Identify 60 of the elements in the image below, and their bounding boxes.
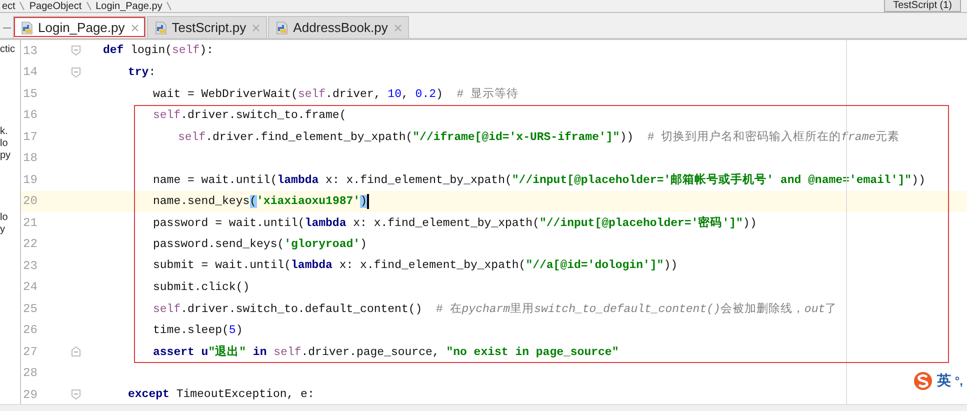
line-number: 16 — [22, 108, 38, 122]
code-line: self.driver.find_element_by_xpath("//iframe[@id='x-URS-iframe']")) # 切换到用户名和密码输入框所在的 frame元素 — [178, 129, 900, 144]
project-tree-item[interactable]: y — [0, 224, 20, 236]
line-number: 26 — [22, 323, 38, 338]
fold-icon[interactable] — [71, 389, 81, 400]
python-file-icon — [275, 20, 290, 34]
line-number: 19 — [22, 172, 38, 187]
line-number: 15 — [22, 86, 38, 101]
code-line: except TimeoutException, e: — [128, 388, 314, 402]
project-tree-item[interactable]: k. — [0, 126, 20, 138]
close-icon[interactable] — [394, 24, 402, 32]
line-number: 13 — [22, 44, 38, 58]
line-number: 23 — [22, 258, 38, 273]
line-number: 17 — [22, 130, 38, 144]
line-number: 22 — [22, 237, 38, 252]
run-configuration-button[interactable]: TestScript (1) — [884, 0, 961, 12]
code-line: name = wait.until(lambda x: x.find_element_by_xpath("//input[@placeholder='邮箱帐号或手机号' and @name='email']")) — [153, 172, 926, 188]
line-number: 27 — [22, 344, 38, 359]
code-line: time.sleep(5) — [153, 324, 243, 337]
code-line: wait = WebDriverWait(self.driver, 10, 0.2) # 显示等待 — [153, 86, 519, 102]
code-line: assert u"退出" in self.driver.page_source, "no exist in page_source" — [153, 344, 619, 360]
ime-mode-label: 英 — [936, 372, 951, 390]
code-line: submit = wait.until(lambda x: x.find_element_by_xpath("//a[@id='dologin']")) — [153, 259, 678, 272]
line-number: 18 — [22, 151, 38, 166]
code-line: self.driver.switch_to.frame( — [153, 108, 346, 122]
code-line: try: — [128, 66, 156, 79]
code-line: password.send_keys('gloryroad') — [153, 238, 367, 251]
project-tree-item[interactable]: lo — [0, 212, 20, 224]
line-number: 21 — [22, 216, 38, 230]
horizontal-scrollbar[interactable] — [0, 404, 967, 411]
close-icon[interactable] — [252, 24, 260, 32]
code-line: password = wait.until(lambda x: x.find_element_by_xpath("//input[@placeholder='密码']")) — [153, 215, 757, 230]
text-cursor — [366, 194, 369, 209]
fold-icon[interactable] — [71, 66, 81, 78]
project-tree-item[interactable]: ctic — [0, 44, 20, 56]
line-number: 20 — [22, 194, 38, 208]
project-tree-item[interactable]: py — [0, 150, 20, 162]
code-line: self.driver.switch_to.default_content() # 在pycharm里用switch_to_default_content()会被加删除线，out了 — [153, 302, 838, 316]
file-tab[interactable]: AddressBook.py — [268, 16, 409, 38]
line-number: 24 — [22, 280, 38, 294]
line-number: 28 — [22, 366, 38, 380]
breadcrumb-item[interactable]: PageObject — [29, 0, 82, 12]
python-file-icon — [154, 20, 168, 34]
project-tree-item[interactable]: lo — [0, 138, 20, 150]
breadcrumb-item[interactable]: Login_Page.py — [96, 0, 162, 12]
fold-icon[interactable] — [71, 346, 81, 358]
ime-punctuation-label: °, — [954, 374, 963, 388]
line-number: 25 — [22, 302, 38, 316]
file-tab[interactable]: Login_Page.py — [13, 16, 146, 38]
breadcrumb-item[interactable]: ect — [2, 0, 16, 12]
python-file-icon — [20, 20, 34, 34]
code-line: submit.click() — [153, 280, 250, 294]
close-icon[interactable] — [130, 24, 139, 32]
code-line: name.send_keys('xiaxiaoxu1987') — [153, 194, 367, 208]
line-number: 14 — [22, 65, 38, 80]
ime-logo-icon — [912, 371, 933, 391]
fold-icon[interactable] — [71, 45, 81, 56]
line-number: 29 — [22, 388, 38, 402]
code-line: def login(self): — [103, 44, 214, 58]
file-tab[interactable]: TestScript.py — [146, 16, 268, 38]
